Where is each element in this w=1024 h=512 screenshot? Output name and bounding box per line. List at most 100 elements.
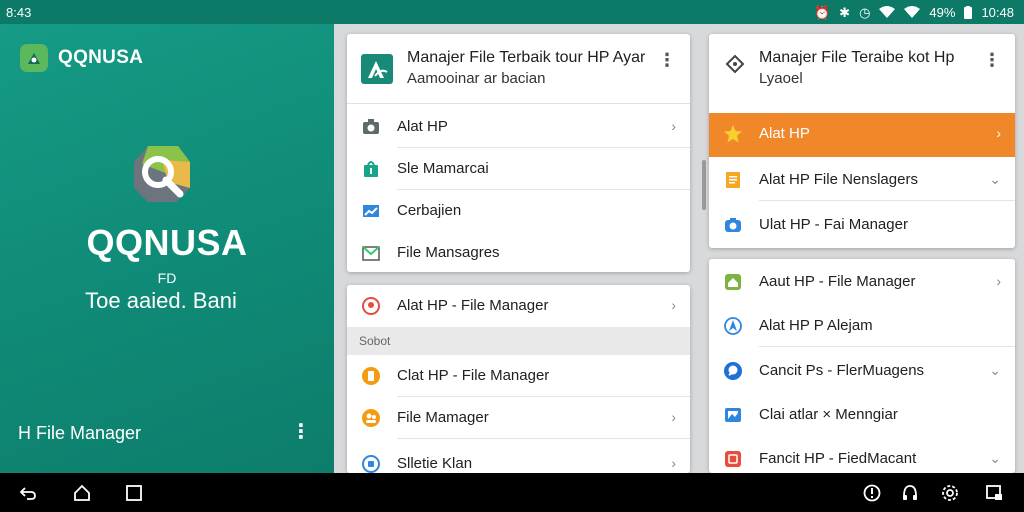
clock-icon: ◷ (859, 4, 871, 20)
list-item-label: Alat HP File Nenslagers (759, 171, 918, 188)
status-bar: 8:43 ⏰ ✱ ◷ 49% 10:48 (0, 0, 1024, 24)
card-bottom-right: Aaut HP - File Manager › Alat HP P Aleja… (709, 259, 1015, 473)
card-subtitle: Lyaoel (759, 70, 803, 87)
wifi-icon (879, 6, 896, 18)
list-item[interactable]: Cerbajien (347, 190, 690, 232)
list-item[interactable]: Ulat HP - Fai Manager (709, 204, 1015, 246)
card-title: Manajer File Terbaik tour HP Ayar (407, 49, 646, 66)
list-item[interactable]: Clai atlar × Menngiar (709, 394, 1015, 436)
list-item[interactable]: Slletie Klan › (347, 443, 690, 473)
list-item-label: Clat HP - File Manager (397, 367, 550, 384)
list-item[interactable]: Aaut HP - File Manager › (709, 261, 1015, 303)
more-vert-icon[interactable]: ⋮ (291, 422, 311, 442)
navigation-icon (724, 317, 742, 335)
list-item[interactable]: Alat HP › (347, 106, 690, 148)
alarm-icon: ⏰ (813, 4, 831, 20)
card-top-right: Manajer File Teraibe kot Hp Lyaoel ⋮ Ala… (709, 34, 1015, 248)
card-top-middle: Manajer File Terbaik tour HP Ayar Aamooi… (347, 34, 690, 272)
list-item-label: File Mamager (397, 409, 489, 426)
share-icon (723, 52, 747, 81)
shopping-bag-icon (364, 161, 378, 177)
list-item-label: Fancit HP - FiedMacant (759, 450, 917, 467)
back-icon[interactable] (18, 483, 38, 503)
star-icon (724, 125, 742, 143)
list-item-label: Sle Mamarcai (397, 160, 489, 177)
list-item[interactable]: File Mansagres (347, 232, 690, 272)
location-pin-icon (362, 297, 380, 315)
list-item[interactable]: Alat HP File Nenslagers ⌄ (709, 159, 1015, 201)
list-item[interactable]: File Mamager › (347, 397, 690, 439)
screen-icon[interactable] (984, 483, 1004, 503)
list-item[interactable]: Cancit Ps - FlerMuagens ⌄ (709, 350, 1015, 392)
list-item-label: Aaut HP - File Manager (759, 273, 916, 290)
list-item[interactable]: Alat HP P Alejam (709, 305, 1015, 347)
battery-icon (964, 5, 973, 19)
hero-subtitle: Toe aaied. Bani (85, 288, 237, 313)
hero-title: QQNUSA (86, 222, 248, 263)
status-time: 10:48 (981, 4, 1014, 20)
home-green-icon (725, 274, 741, 290)
chevron-right-icon: › (996, 125, 1001, 141)
chevron-down-icon: ⌄ (989, 362, 1001, 378)
app-logo-icon (20, 44, 48, 72)
hero-panel: QQNUSA QQNUSA FD Toe aaied. Bani H File … (0, 24, 334, 473)
status-left-text: 8:43 (6, 4, 32, 20)
scrollbar[interactable] (702, 160, 706, 210)
record-icon (362, 455, 380, 473)
headset-icon[interactable] (900, 483, 920, 503)
chevron-down-icon: ⌄ (989, 450, 1001, 466)
list-item-label: Ulat HP - Fai Manager (759, 216, 908, 233)
list-item-label: Cancit Ps - FlerMuagens (759, 362, 925, 379)
brand[interactable]: QQNUSA (20, 44, 143, 72)
card-subtitle: Aamooinar ar bacian (407, 70, 546, 87)
users-icon (362, 409, 380, 427)
chevron-right-icon: › (671, 409, 676, 425)
chevron-down-icon: ⌄ (989, 171, 1001, 187)
more-vert-icon[interactable]: ⋮ (983, 50, 1001, 71)
list-item-label: Slletie Klan (397, 455, 473, 472)
card-bottom-middle: Alat HP - File Manager › Sobot Clat HP -… (347, 285, 690, 473)
list-item-label: Alat HP (759, 125, 810, 142)
hero-logo-icon (128, 142, 198, 213)
navigation-bar (0, 473, 1024, 512)
list-item[interactable]: Clat HP - File Manager (347, 355, 690, 397)
signal-icon (904, 6, 921, 18)
chevron-right-icon: › (671, 297, 676, 313)
file-manager-app-icon (361, 54, 393, 89)
mail-icon (362, 246, 380, 261)
list-item[interactable]: Alat HP - File Manager › (347, 285, 690, 327)
chat-icon (724, 362, 742, 380)
section-label: Sobot (347, 327, 690, 355)
list-item-label: Cerbajien (397, 202, 462, 219)
bluetooth-icon: ✱ (839, 4, 851, 20)
card-header: Manajer File Terbaik tour HP Ayar Aamooi… (347, 34, 690, 104)
recents-icon[interactable] (124, 483, 144, 503)
camera-icon (363, 119, 379, 134)
image-icon (725, 408, 741, 422)
list-item-label: Alat HP P Alejam (759, 317, 873, 334)
chevron-right-icon: › (671, 118, 676, 134)
hero-footer-label[interactable]: H File Manager (18, 423, 141, 444)
chart-icon (363, 205, 379, 217)
alert-icon[interactable] (862, 483, 882, 503)
card-title: Manajer File Teraibe kot Hp (759, 49, 955, 66)
camera-blue-icon (725, 218, 741, 232)
settings-icon[interactable] (940, 483, 960, 503)
list-item-label: Alat HP (397, 118, 448, 135)
more-vert-icon[interactable]: ⋮ (658, 50, 676, 71)
list-item[interactable]: Sle Mamarcai (347, 148, 690, 190)
chevron-right-icon: › (671, 455, 676, 471)
hero-small-text: FD (157, 270, 177, 286)
list-item-label: Alat HP - File Manager (397, 297, 549, 314)
home-icon[interactable] (72, 483, 92, 503)
chevron-right-icon: › (996, 273, 1001, 289)
list-item-label: Clai atlar × Menngiar (759, 406, 898, 423)
file-red-icon (725, 451, 741, 467)
file-orange-icon (362, 367, 380, 385)
document-icon (726, 172, 740, 188)
list-item[interactable]: Fancit HP - FiedMacant ⌄ (709, 438, 1015, 473)
card-header: Manajer File Teraibe kot Hp Lyaoel ⋮ (709, 34, 1015, 112)
list-item-label: File Mansagres (397, 244, 500, 261)
battery-percent: 49% (929, 4, 956, 20)
list-item-active[interactable]: Alat HP › (709, 113, 1015, 157)
